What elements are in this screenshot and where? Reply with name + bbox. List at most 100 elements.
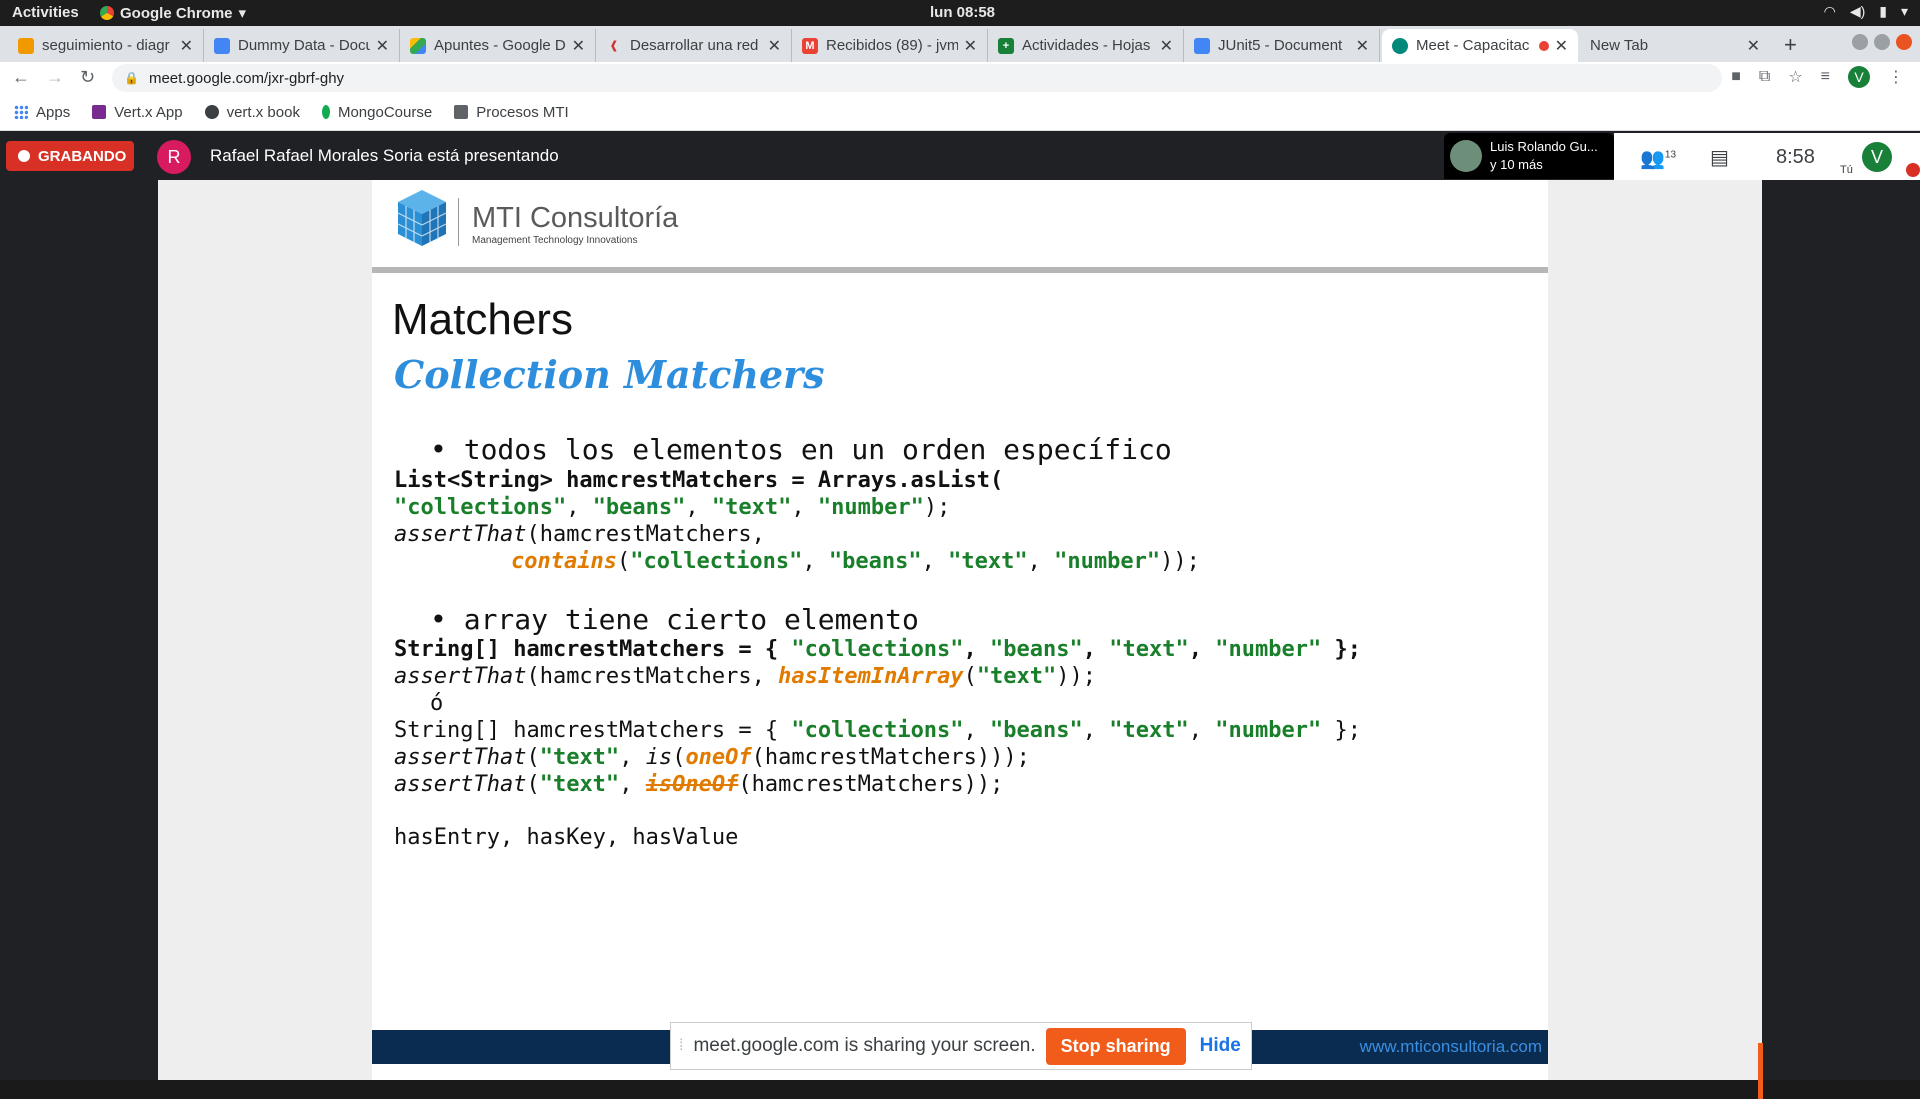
gmail-icon: M bbox=[802, 37, 818, 54]
share-message: meet.google.com is sharing your screen. bbox=[693, 1035, 1036, 1056]
bullet-array: • array tiene cierto elemento bbox=[430, 603, 919, 636]
self-label: Tú bbox=[1840, 164, 1853, 176]
tab-desarrollar[interactable]: ❰ Desarrollar una red ✕ bbox=[596, 29, 792, 62]
tab-dummy-data[interactable]: Dummy Data - Docu ✕ bbox=[204, 29, 400, 62]
meeting-time: 8:58 bbox=[1776, 146, 1815, 168]
code-line: String[] hamcrestMatchers = { "collectio… bbox=[394, 637, 1361, 662]
url-text: meet.google.com/jxr-gbrf-ghy bbox=[148, 69, 345, 87]
close-icon[interactable]: ✕ bbox=[180, 36, 193, 56]
reload-icon[interactable]: ↻ bbox=[80, 67, 95, 88]
mic-muted-icon bbox=[1906, 163, 1920, 177]
bookmark-vertx-book[interactable]: vert.x book bbox=[204, 104, 300, 121]
close-icon[interactable]: ✕ bbox=[964, 36, 977, 56]
participant-name: Luis Rolando Gu... bbox=[1490, 139, 1598, 154]
leaf-icon bbox=[321, 105, 330, 119]
tab-junit5[interactable]: JUnit5 - Document ✕ bbox=[1184, 29, 1380, 62]
tab-recibidos[interactable]: M Recibidos (89) - jvm ✕ bbox=[792, 29, 988, 62]
shared-screen: MTI Consultoría Management Technology In… bbox=[158, 180, 1762, 1080]
recording-badge: GRABANDO bbox=[6, 141, 134, 171]
drag-handle-icon[interactable]: ⁞ bbox=[679, 1037, 683, 1055]
close-icon[interactable]: ✕ bbox=[1160, 36, 1173, 56]
close-icon[interactable]: ✕ bbox=[572, 36, 585, 56]
vertx-icon bbox=[92, 105, 107, 119]
code-line: "collections", "beans", "text", "number"… bbox=[394, 495, 951, 520]
tab-apuntes[interactable]: Apuntes - Google D ✕ bbox=[400, 29, 596, 62]
bullet-ordered: • todos los elementos en un orden especí… bbox=[430, 433, 1172, 466]
meet-top-bar: GRABANDO R Rafael Rafael Morales Soria e… bbox=[0, 131, 1920, 180]
battery-icon[interactable]: ▮ bbox=[1879, 3, 1887, 20]
tab-meet[interactable]: Meet - Capacitac ✕ bbox=[1382, 29, 1578, 62]
presenter-avatar: R bbox=[157, 140, 191, 174]
chrome-icon bbox=[100, 6, 114, 20]
bookmark-apps[interactable]: Apps bbox=[14, 104, 70, 121]
activities-button[interactable]: Activities bbox=[12, 4, 79, 21]
star-icon[interactable]: ☆ bbox=[1788, 67, 1802, 87]
system-top-bar: Activities Google Chrome ▾ lun 08:58 ◠ ◀… bbox=[0, 0, 1920, 26]
scroll-indicator bbox=[1758, 1043, 1763, 1099]
lock-icon: 🔒 bbox=[124, 71, 139, 85]
participant-more: y 10 más bbox=[1490, 157, 1543, 172]
hide-button[interactable]: Hide bbox=[1200, 1035, 1241, 1057]
close-icon[interactable]: ✕ bbox=[1555, 36, 1568, 56]
close-icon[interactable]: ✕ bbox=[1747, 36, 1760, 56]
screen-share-banner: ⁞ meet.google.com is sharing your screen… bbox=[670, 1022, 1252, 1070]
new-tab-plus-icon[interactable]: + bbox=[1784, 32, 1797, 58]
meet-page: GRABANDO R Rafael Rafael Morales Soria e… bbox=[0, 131, 1920, 1099]
maximize-icon[interactable] bbox=[1874, 34, 1890, 50]
chat-icon[interactable]: ▤ bbox=[1710, 145, 1729, 170]
record-dot-icon bbox=[18, 150, 30, 162]
logo-name: MTI Consultoría bbox=[472, 202, 679, 234]
toolbar: ← → ↻ 🔒 meet.google.com/jxr-gbrf-ghy ■ ⧉… bbox=[0, 62, 1920, 94]
people-button[interactable]: 👥13 bbox=[1640, 146, 1676, 171]
code-line: List<String> hamcrestMatchers = Arrays.a… bbox=[394, 468, 1004, 493]
app-menu[interactable]: Google Chrome ▾ bbox=[100, 4, 246, 22]
bookmark-mongocourse[interactable]: MongoCourse bbox=[321, 104, 432, 121]
window-close-icon[interactable] bbox=[1896, 34, 1912, 50]
participant-tile[interactable]: Luis Rolando Gu... y 10 más bbox=[1444, 133, 1614, 179]
logo-tagline: Management Technology Innovations bbox=[472, 235, 638, 246]
code-line: assertThat("text", isOneOf(hamcrestMatch… bbox=[394, 772, 1004, 797]
drive-icon bbox=[410, 37, 426, 54]
clock[interactable]: lun 08:58 bbox=[930, 4, 995, 21]
chevron-down-icon: ▾ bbox=[238, 5, 247, 22]
apps-grid-icon bbox=[14, 105, 28, 119]
bookmark-vertx-app[interactable]: Vert.x App bbox=[92, 104, 183, 121]
recording-indicator-icon bbox=[1538, 40, 1549, 51]
profile-avatar[interactable]: V bbox=[1848, 66, 1870, 88]
stop-sharing-button[interactable]: Stop sharing bbox=[1045, 1027, 1186, 1065]
close-icon[interactable]: ✕ bbox=[1356, 36, 1369, 56]
docs-icon bbox=[1194, 37, 1210, 54]
meet-controls: 👥13 ▤ 8:58 V Tú bbox=[1614, 133, 1920, 180]
forward-arrow-icon[interactable]: → bbox=[46, 67, 64, 88]
slide-title: Matchers bbox=[392, 295, 573, 344]
slide-header: MTI Consultoría Management Technology In… bbox=[372, 180, 1548, 268]
docs-icon bbox=[214, 37, 230, 54]
self-avatar[interactable]: V bbox=[1862, 142, 1892, 172]
volume-icon[interactable]: ◀) bbox=[1850, 3, 1865, 20]
tab-new-tab[interactable]: New Tab ✕ bbox=[1580, 29, 1770, 62]
address-bar[interactable]: 🔒 meet.google.com/jxr-gbrf-ghy bbox=[112, 64, 1722, 92]
people-icon: 👥 bbox=[1640, 148, 1665, 170]
code-line: contains("collections", "beans", "text",… bbox=[511, 549, 1200, 574]
bookmark-procesos-mti[interactable]: Procesos MTI bbox=[454, 104, 569, 121]
close-icon[interactable]: ✕ bbox=[768, 36, 781, 56]
wifi-icon[interactable]: ◠ bbox=[1824, 3, 1836, 20]
power-menu-icon[interactable]: ▾ bbox=[1901, 3, 1908, 20]
translate-icon[interactable]: ⧉ bbox=[1759, 68, 1770, 86]
folder-icon bbox=[454, 105, 469, 119]
code-line: String[] hamcrestMatchers = { "collectio… bbox=[394, 718, 1361, 743]
more-vert-icon[interactable]: ⋮ bbox=[1888, 67, 1904, 87]
close-icon[interactable]: ✕ bbox=[376, 36, 389, 56]
tab-actividades[interactable]: + Actividades - Hojas ✕ bbox=[988, 29, 1184, 62]
minimize-icon[interactable] bbox=[1852, 34, 1868, 50]
camera-icon[interactable]: ■ bbox=[1731, 68, 1741, 86]
media-controls-icon[interactable]: ≡ bbox=[1821, 68, 1830, 86]
favicon-icon bbox=[18, 37, 34, 54]
map-matchers: hasEntry, hasKey, hasValue bbox=[394, 825, 739, 850]
footer-url: www.mticonsultoria.com bbox=[1359, 1037, 1542, 1056]
header-divider bbox=[372, 267, 1548, 273]
tab-seguimiento[interactable]: seguimiento - diagr ✕ bbox=[8, 29, 204, 62]
back-arrow-icon[interactable]: ← bbox=[12, 67, 30, 88]
app-icon: ❰ bbox=[609, 40, 619, 52]
app-name: Google Chrome bbox=[120, 4, 233, 22]
